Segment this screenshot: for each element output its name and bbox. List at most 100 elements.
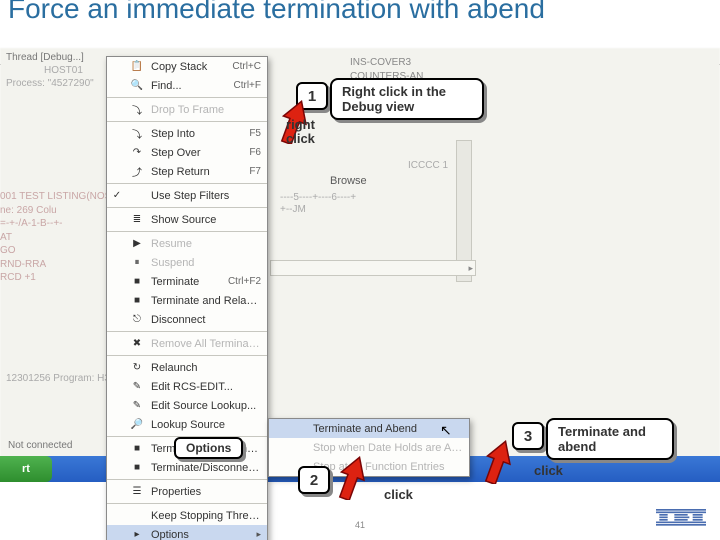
- source-listing: 001 TEST LISTING(NOSH ne: 269 Colu =-+-/…: [0, 190, 100, 285]
- menu-item-lookup-source[interactable]: 🔎 Lookup Source: [107, 415, 267, 434]
- status-program: 12301256 Program: H3: [6, 373, 110, 384]
- menu-item-show-source[interactable]: ≣ Show Source: [107, 210, 267, 229]
- disconnect-icon: ⎋: [129, 312, 145, 328]
- menu-item-label: Step Into: [151, 128, 243, 140]
- menu-item-step-into[interactable]: ⤵ Step Into F5: [107, 124, 267, 143]
- source-icon: ≣: [129, 212, 145, 228]
- resume-icon: ▶: [129, 236, 145, 252]
- menu-item-step-over[interactable]: ↷ Step Over F6: [107, 143, 267, 162]
- relaunch-icon: ■: [129, 293, 145, 309]
- menu-item-label: Lookup Source: [151, 419, 261, 431]
- menu-separator: [107, 183, 267, 184]
- page-title: Force an immediate termination with aben…: [8, 0, 545, 25]
- menu-item-shortcut: Ctrl+F: [234, 80, 262, 91]
- menu-separator: [107, 331, 267, 332]
- menu-item-label: Step Over: [151, 147, 243, 159]
- ibm-logo: [656, 509, 706, 532]
- menu-item-label: Remove All Terminated: [151, 338, 261, 350]
- status-not-connected: Not connected: [8, 440, 73, 451]
- red-arrow-2: [332, 456, 372, 500]
- menu-item-label: Show Source: [151, 214, 261, 226]
- removeall-icon: ✖: [129, 336, 145, 352]
- menu-item-step-return[interactable]: ⤴Step ReturnF7: [107, 162, 267, 181]
- blank-icon: [291, 421, 307, 437]
- terminate-icon: ■: [129, 274, 145, 290]
- page-number: 41: [0, 520, 720, 530]
- menu-item-label: Resume: [151, 238, 261, 250]
- chevron-right-icon: ▸: [468, 263, 473, 274]
- menu-item-terminate[interactable]: ■ Terminate Ctrl+F2: [107, 272, 267, 291]
- mouse-cursor-icon: ↖: [440, 422, 452, 439]
- menu-separator: [107, 97, 267, 98]
- menu-item-terminate-and-relaunch[interactable]: ■ Terminate and Relaunch: [107, 291, 267, 310]
- ruler-2: +--JM: [280, 204, 306, 215]
- menu-item-resume: ▶ Resume: [107, 234, 267, 253]
- stepover-icon: ↷: [129, 145, 145, 161]
- icccc-label: ICCCC 1: [408, 160, 448, 171]
- menu-item-label: Terminate and Relaunch: [151, 295, 261, 307]
- menu-item-label: Drop To Frame: [151, 104, 261, 116]
- menu-separator: [107, 503, 267, 504]
- menu-item-edit-source-lookup[interactable]: ✎Edit Source Lookup...: [107, 396, 267, 415]
- menu-item-label: Options: [151, 529, 246, 540]
- menu-item-use-step-filters[interactable]: ✓ Use Step Filters: [107, 186, 267, 205]
- red-arrow-3: [478, 440, 518, 484]
- copy-stack-icon: 📋: [129, 59, 145, 75]
- menu-item-properties[interactable]: ☰ Properties: [107, 482, 267, 501]
- menu-item-copy-stack[interactable]: 📋 Copy Stack Ctrl+C: [107, 57, 267, 76]
- stepinto-icon: ⤵: [129, 126, 145, 142]
- menu-item-label: Terminate/Disconnect All: [151, 462, 261, 474]
- menu-item-label: Terminate: [151, 276, 222, 288]
- menu-separator: [107, 355, 267, 356]
- menu-item-shortcut: F6: [249, 147, 261, 158]
- suspend-icon: ⏸: [129, 255, 145, 271]
- submenu-item-label: Stop when Date Holds are Accessed: [313, 442, 463, 454]
- menu-item-shortcut: F5: [249, 128, 261, 139]
- menu-separator: [107, 479, 267, 480]
- start-button[interactable]: rt: [0, 456, 52, 482]
- ruler-1: ----5----+----6----+: [280, 192, 356, 203]
- scrollbar-horizontal[interactable]: ▸: [270, 260, 476, 276]
- step-2-options-tag: Options: [174, 437, 243, 459]
- menu-item-label: Disconnect: [151, 314, 261, 326]
- menu-item-shortcut: F7: [249, 166, 261, 177]
- menu-item-find[interactable]: 🔍 Find... Ctrl+F: [107, 76, 267, 95]
- termremove-icon: ■: [129, 441, 145, 457]
- debug-thread-label: Thread [Debug...]: [6, 52, 84, 63]
- menu-item-terminate-disconnect-all[interactable]: ■Terminate/Disconnect All: [107, 458, 267, 477]
- menu-item-label: Edit Source Lookup...: [151, 400, 261, 412]
- menu-item-label: Find...: [151, 80, 228, 92]
- submenu-item-terminate-and-abend[interactable]: Terminate and Abend: [269, 419, 469, 438]
- menu-separator: [107, 231, 267, 232]
- menu-item-label: Relaunch: [151, 362, 261, 374]
- props-icon: ☰: [129, 484, 145, 500]
- step-1-hint: right click: [286, 118, 315, 147]
- menu-item-edit-rcs-edit[interactable]: ✎ Edit RCS-EDIT...: [107, 377, 267, 396]
- submenu-item-stop-when-date-holds-are-accessed: Stop when Date Holds are Accessed: [269, 438, 469, 457]
- editrc-icon: ✎: [129, 379, 145, 395]
- menu-item-label: Edit RCS-EDIT...: [151, 381, 261, 393]
- menu-item-disconnect[interactable]: ⎋ Disconnect: [107, 310, 267, 329]
- check-icon: ✓: [111, 190, 123, 201]
- menu-item-shortcut: Ctrl+C: [232, 61, 261, 72]
- menu-item-label: Suspend: [151, 257, 261, 269]
- menu-item-label: Copy Stack: [151, 61, 226, 73]
- drop-icon: ⤵: [129, 102, 145, 118]
- step-2-hint: click: [384, 488, 413, 502]
- blank-icon: [129, 188, 145, 204]
- menu-separator: [107, 121, 267, 122]
- menu-item-suspend: ⏸ Suspend: [107, 253, 267, 272]
- blank-icon: [291, 440, 307, 456]
- menu-item-label: Use Step Filters: [151, 190, 261, 202]
- find-icon: 🔍: [129, 78, 145, 94]
- process-label: Process: "4527290": [6, 78, 94, 89]
- step-3-hint: click: [534, 464, 563, 478]
- menu-item-drop-to-frame: ⤵ Drop To Frame: [107, 100, 267, 119]
- menu-item-remove-all-terminated: ✖ Remove All Terminated: [107, 334, 267, 353]
- menu-item-shortcut: Ctrl+F2: [228, 276, 261, 287]
- lookup-icon: 🔎: [129, 417, 145, 433]
- browse-label: Browse: [330, 175, 367, 187]
- menu-item-label: Properties: [151, 486, 261, 498]
- stepreturn-icon: ⤴: [129, 164, 145, 180]
- menu-item-relaunch[interactable]: ↻Relaunch: [107, 358, 267, 377]
